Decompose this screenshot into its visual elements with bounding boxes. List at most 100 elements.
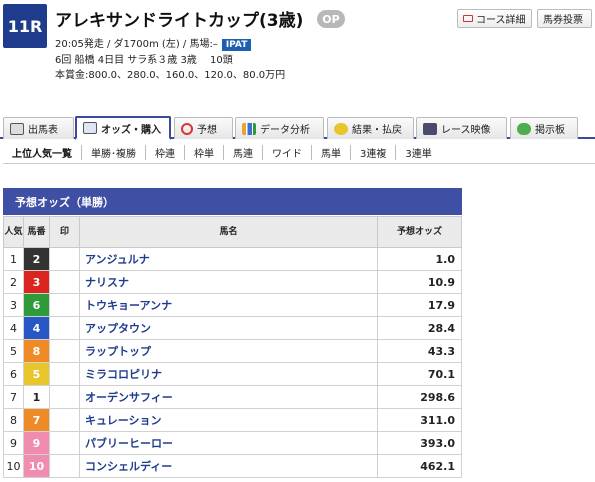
subtab-trifecta[interactable]: 3連単 — [396, 145, 440, 160]
tab-odds-purchase[interactable]: オッズ・購入 — [75, 116, 171, 140]
table-row: 2 3 ナリスナ 10.9 — [3, 270, 462, 294]
horse-number-cell: 5 — [23, 362, 50, 386]
horse-number-cell: 8 — [23, 339, 50, 363]
horse-name-link[interactable]: コンシェルディー — [79, 454, 378, 478]
tab-entries[interactable]: 出馬表 — [3, 117, 74, 139]
rank-cell: 6 — [3, 362, 24, 386]
rank-cell: 2 — [3, 270, 24, 294]
odds-section-title: 予想オッズ（単勝） — [3, 188, 462, 215]
mark-cell[interactable] — [49, 408, 80, 432]
tab-data-analysis[interactable]: データ分析 — [235, 117, 324, 139]
horse-number-cell: 10 — [23, 454, 50, 478]
mark-cell[interactable] — [49, 339, 80, 363]
table-row: 7 1 オーデンサフィー 298.6 — [3, 385, 462, 409]
rank-cell: 3 — [3, 293, 24, 317]
odds-cell: 311.0 — [377, 408, 462, 432]
horse-number-cell: 6 — [23, 293, 50, 317]
horse-number-cell: 4 — [23, 316, 50, 340]
mark-cell[interactable] — [49, 247, 80, 271]
header-umaban: 馬番 — [23, 216, 50, 248]
subtab-quinella[interactable]: 馬連 — [224, 144, 263, 160]
odds-cell: 10.9 — [377, 270, 462, 294]
tab-bulletin-board[interactable]: 掲示板 — [510, 117, 578, 139]
race-info-line1: 20:05発走 / ダ1700m (左) / 馬場:– IPAT — [55, 35, 252, 51]
video-icon — [423, 122, 437, 135]
course-detail-button[interactable]: コース詳細 — [457, 9, 532, 28]
table-row: 10 10 コンシェルディー 462.1 — [3, 454, 462, 478]
mark-cell[interactable] — [49, 362, 80, 386]
rank-cell: 5 — [3, 339, 24, 363]
odds-cell: 17.9 — [377, 293, 462, 317]
table-row: 4 4 アップタウン 28.4 — [3, 316, 462, 340]
mark-cell[interactable] — [49, 431, 80, 455]
horse-name-link[interactable]: アップタウン — [79, 316, 378, 340]
horse-number-cell: 2 — [23, 247, 50, 271]
bar-chart-icon — [242, 122, 256, 135]
bet-vote-button[interactable]: 馬券投票 — [537, 9, 592, 28]
ipat-badge: IPAT — [221, 39, 252, 51]
tab-results[interactable]: 結果・払戻 — [327, 117, 414, 139]
header-odds: 予想オッズ — [377, 216, 462, 248]
horse-number-cell: 1 — [23, 385, 50, 409]
horse-name-link[interactable]: パブリーヒーロー — [79, 431, 378, 455]
tab-board-label: 掲示板 — [535, 125, 565, 136]
header-horse-name: 馬名 — [79, 216, 378, 248]
horse-name-link[interactable]: ラップトップ — [79, 339, 378, 363]
tab-prediction[interactable]: 予想 — [174, 117, 233, 139]
header-mark: 印 — [49, 216, 80, 248]
tab-race-video[interactable]: レース映像 — [416, 117, 507, 139]
course-detail-label: コース詳細 — [476, 15, 526, 26]
tab-odds-label: オッズ・購入 — [101, 124, 161, 136]
mark-cell[interactable] — [49, 270, 80, 294]
rank-cell: 9 — [3, 431, 24, 455]
horse-name-link[interactable]: オーデンサフィー — [79, 385, 378, 409]
table-icon — [10, 122, 24, 135]
tab-data-label: データ分析 — [260, 125, 310, 136]
bet-vote-label: 馬券投票 — [543, 15, 583, 26]
subtab-wide[interactable]: ワイド — [263, 144, 312, 160]
odds-subtabs: 上位人気一覧 単勝･複勝 枠連 枠単 馬連 ワイド 馬単 3連複 3連単 — [3, 144, 441, 160]
horse-name-link[interactable]: ナリスナ — [79, 270, 378, 294]
subtab-exacta[interactable]: 馬単 — [312, 144, 351, 160]
header-rank: 人気 — [3, 216, 24, 248]
horse-name-link[interactable]: トウキョーアンナ — [79, 293, 378, 317]
table-row: 9 9 パブリーヒーロー 393.0 — [3, 431, 462, 455]
odds-cell: 462.1 — [377, 454, 462, 478]
odds-table-header: 人気 馬番 印 馬名 予想オッズ — [3, 216, 462, 248]
odds-table-body: 1 2 アンジュルナ 1.0 2 3 ナリスナ 10.9 3 6 トウキョーアンナ 17.9 4 4 アップ… — [3, 247, 462, 478]
subtab-trio[interactable]: 3連複 — [351, 144, 397, 160]
horse-name-link[interactable]: キュレーション — [79, 408, 378, 432]
target-icon — [181, 122, 193, 135]
mark-cell[interactable] — [49, 385, 80, 409]
tab-results-label: 結果・払戻 — [352, 125, 402, 136]
odds-cell: 43.3 — [377, 339, 462, 363]
odds-cell: 28.4 — [377, 316, 462, 340]
subtab-bracket-exacta[interactable]: 枠単 — [185, 144, 224, 160]
race-title: アレキサンドライトカップ(3歳) — [55, 11, 304, 31]
race-number-badge: 11R — [3, 4, 47, 48]
subtab-win-place[interactable]: 単勝･複勝 — [82, 144, 146, 160]
tab-video-label: レース映像 — [441, 125, 491, 136]
table-row: 6 5 ミラコロピリナ 70.1 — [3, 362, 462, 386]
mark-cell[interactable] — [49, 293, 80, 317]
race-prize-line: 本賞金:800.0、280.0、160.0、120.0、80.0万円 — [55, 70, 286, 81]
table-row: 8 7 キュレーション 311.0 — [3, 408, 462, 432]
odds-cell: 298.6 — [377, 385, 462, 409]
grade-badge: OP — [317, 10, 345, 28]
horse-name-link[interactable]: ミラコロピリナ — [79, 362, 378, 386]
rank-cell: 8 — [3, 408, 24, 432]
horse-name-link[interactable]: アンジュルナ — [79, 247, 378, 271]
table-row: 3 6 トウキョーアンナ 17.9 — [3, 293, 462, 317]
rank-cell: 1 — [3, 247, 24, 271]
odds-icon — [83, 122, 97, 134]
main-tabs: 出馬表 オッズ・購入 予想 データ分析 結果・払戻 レース映像 掲示板 — [0, 116, 595, 140]
rank-cell: 4 — [3, 316, 24, 340]
rank-cell: 10 — [3, 454, 24, 478]
coins-icon — [334, 122, 348, 135]
chat-bubble-icon — [517, 122, 531, 135]
tab-prediction-label: 予想 — [197, 125, 217, 136]
subtab-popularity[interactable]: 上位人気一覧 — [3, 144, 82, 160]
mark-cell[interactable] — [49, 454, 80, 478]
subtab-bracket-quinella[interactable]: 枠連 — [146, 144, 185, 160]
mark-cell[interactable] — [49, 316, 80, 340]
